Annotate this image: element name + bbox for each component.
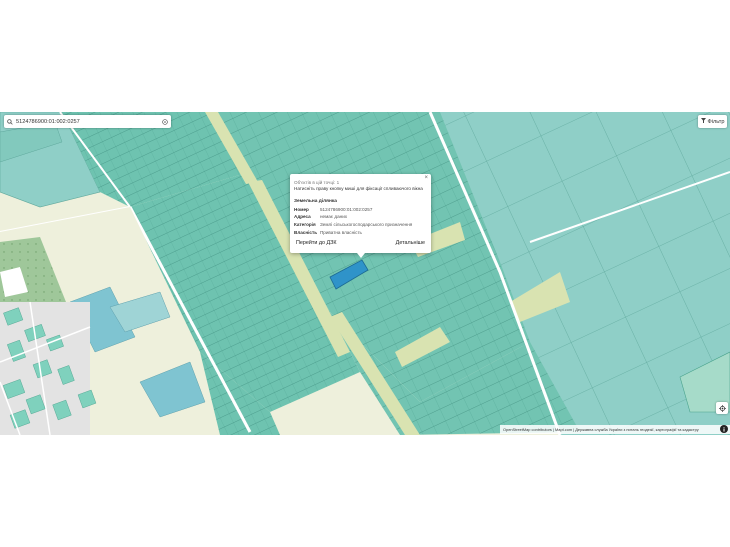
close-icon[interactable]: × bbox=[424, 175, 428, 181]
row-category: Категорія Землі сільськогосподарського п… bbox=[294, 222, 413, 227]
map-canvas[interactable] bbox=[0, 112, 730, 435]
row-number: Номер 5124786900:01:002:0257 bbox=[294, 207, 373, 212]
filter-label: Фільтр bbox=[707, 118, 725, 125]
details-button[interactable]: Детальніше bbox=[396, 240, 425, 246]
row-ownership: Власність Приватна власність bbox=[294, 230, 362, 235]
filter-icon bbox=[700, 118, 706, 125]
row-address: Адреса немає даних bbox=[294, 214, 348, 219]
section-title: Земельна ділянка bbox=[294, 199, 337, 204]
search-bar[interactable] bbox=[4, 115, 171, 128]
search-icon bbox=[4, 115, 16, 128]
objects-count: Об'єктів в цій точці: 1 bbox=[294, 180, 340, 185]
map-attribution: OpenStreetMap contributors | Mapt.com | … bbox=[500, 425, 730, 434]
filter-button[interactable]: Фільтр bbox=[698, 115, 727, 128]
clear-icon[interactable] bbox=[159, 115, 171, 128]
locate-button[interactable] bbox=[716, 402, 728, 414]
info-icon[interactable] bbox=[720, 425, 728, 433]
watermark bbox=[540, 384, 543, 394]
search-input[interactable] bbox=[16, 116, 159, 127]
goto-dzk-button[interactable]: Перейти до ДЗК bbox=[296, 240, 337, 246]
map-tiles bbox=[0, 112, 730, 435]
popup-hint: Натисніть праву кнопку миші для фіксації… bbox=[294, 186, 423, 191]
locate-icon bbox=[718, 399, 726, 417]
parcel-popup: × Об'єктів в цій точці: 1 Натисніть прав… bbox=[290, 174, 431, 258]
